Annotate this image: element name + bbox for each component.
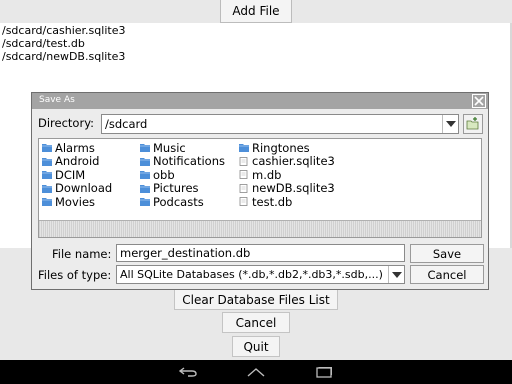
folder-icon (42, 157, 55, 166)
quit-button[interactable]: Quit (232, 336, 280, 357)
item-label: Notifications (153, 154, 225, 168)
directory-select[interactable]: /sdcard (101, 114, 459, 134)
save-as-dialog: Save As Directory: /sdcard Alarms Android… (31, 92, 489, 290)
folder-icon (140, 143, 153, 152)
folder-icon (239, 143, 252, 152)
chevron-down-icon[interactable] (442, 115, 458, 133)
folder-item[interactable]: Ringtones (239, 140, 310, 155)
horizontal-scrollbar[interactable] (39, 220, 481, 237)
chevron-down-icon[interactable] (388, 266, 404, 283)
dialog-title-bar[interactable]: Save As (32, 93, 488, 109)
file-list-item[interactable]: /sdcard/newDB.sqlite3 (2, 50, 125, 63)
item-label: Ringtones (252, 140, 310, 155)
directory-value: /sdcard (105, 117, 148, 131)
save-button[interactable]: Save (410, 244, 484, 263)
file-list-item[interactable]: /sdcard/cashier.sqlite3 (2, 24, 125, 37)
item-label: test.db (252, 194, 293, 209)
cancel-button[interactable]: Cancel (222, 312, 290, 333)
folder-item[interactable]: DCIM (42, 167, 86, 182)
folder-item[interactable]: Alarms (42, 140, 95, 155)
folder-icon (140, 157, 153, 166)
item-label: Pictures (153, 181, 199, 195)
clear-database-files-list-button[interactable]: Clear Database Files List (174, 289, 338, 310)
file-item[interactable]: cashier.sqlite3 (239, 154, 335, 168)
close-icon[interactable] (472, 94, 486, 108)
file-icon (239, 170, 252, 179)
folder-item[interactable]: Pictures (140, 181, 199, 195)
dialog-cancel-button[interactable]: Cancel (410, 265, 484, 284)
item-label: cashier.sqlite3 (252, 154, 335, 168)
file-item[interactable]: newDB.sqlite3 (239, 181, 335, 195)
folder-icon (42, 184, 55, 193)
file-name-label: File name: (52, 247, 112, 261)
folder-icon (140, 184, 153, 193)
folder-item[interactable]: Movies (42, 194, 96, 209)
add-file-button[interactable]: Add File (220, 0, 292, 23)
folder-item[interactable]: Music (140, 140, 186, 155)
new-folder-icon (466, 117, 479, 130)
file-list-item[interactable]: /sdcard/test.db (2, 37, 85, 50)
back-icon[interactable] (176, 360, 200, 384)
folder-icon (42, 143, 55, 152)
item-label: newDB.sqlite3 (252, 181, 335, 195)
item-label: Alarms (55, 140, 95, 155)
item-label: Music (153, 140, 186, 155)
file-icon (239, 197, 252, 206)
file-item[interactable]: m.db (239, 167, 282, 182)
item-label: Movies (55, 194, 96, 209)
item-label: obb (153, 167, 175, 182)
item-label: Android (55, 154, 100, 168)
file-icon (239, 156, 252, 166)
folder-icon (140, 197, 153, 206)
item-label: DCIM (55, 167, 86, 182)
file-item[interactable]: test.db (239, 194, 293, 209)
recent-apps-icon[interactable] (312, 360, 336, 384)
new-folder-button[interactable] (463, 114, 483, 134)
folder-item[interactable]: Notifications (140, 154, 225, 168)
file-type-select[interactable]: All SQLite Databases (*.db,*.db2,*.db3,*… (116, 265, 405, 284)
folder-item[interactable]: Podcasts (140, 194, 204, 209)
folder-icon (42, 197, 55, 206)
files-of-type-label: Files of type: (38, 268, 112, 282)
directory-label: Directory: (38, 116, 95, 130)
dialog-title: Save As (39, 95, 75, 105)
folder-icon (42, 170, 55, 179)
file-browser[interactable]: Alarms Android DCIM Download Movies Music Not… (38, 138, 482, 238)
item-label: m.db (252, 167, 282, 182)
home-icon[interactable] (244, 360, 268, 384)
folder-item[interactable]: Android (42, 154, 100, 168)
file-type-value: All SQLite Databases (*.db,*.db2,*.db3,*… (120, 268, 383, 281)
navigation-bar (0, 360, 512, 384)
folder-icon (140, 170, 153, 179)
folder-item[interactable]: Download (42, 181, 113, 195)
item-label: Podcasts (153, 194, 204, 209)
item-label: Download (55, 181, 113, 195)
folder-item[interactable]: obb (140, 167, 175, 182)
file-name-input[interactable]: merger_destination.db (116, 244, 405, 262)
file-icon (239, 183, 252, 193)
